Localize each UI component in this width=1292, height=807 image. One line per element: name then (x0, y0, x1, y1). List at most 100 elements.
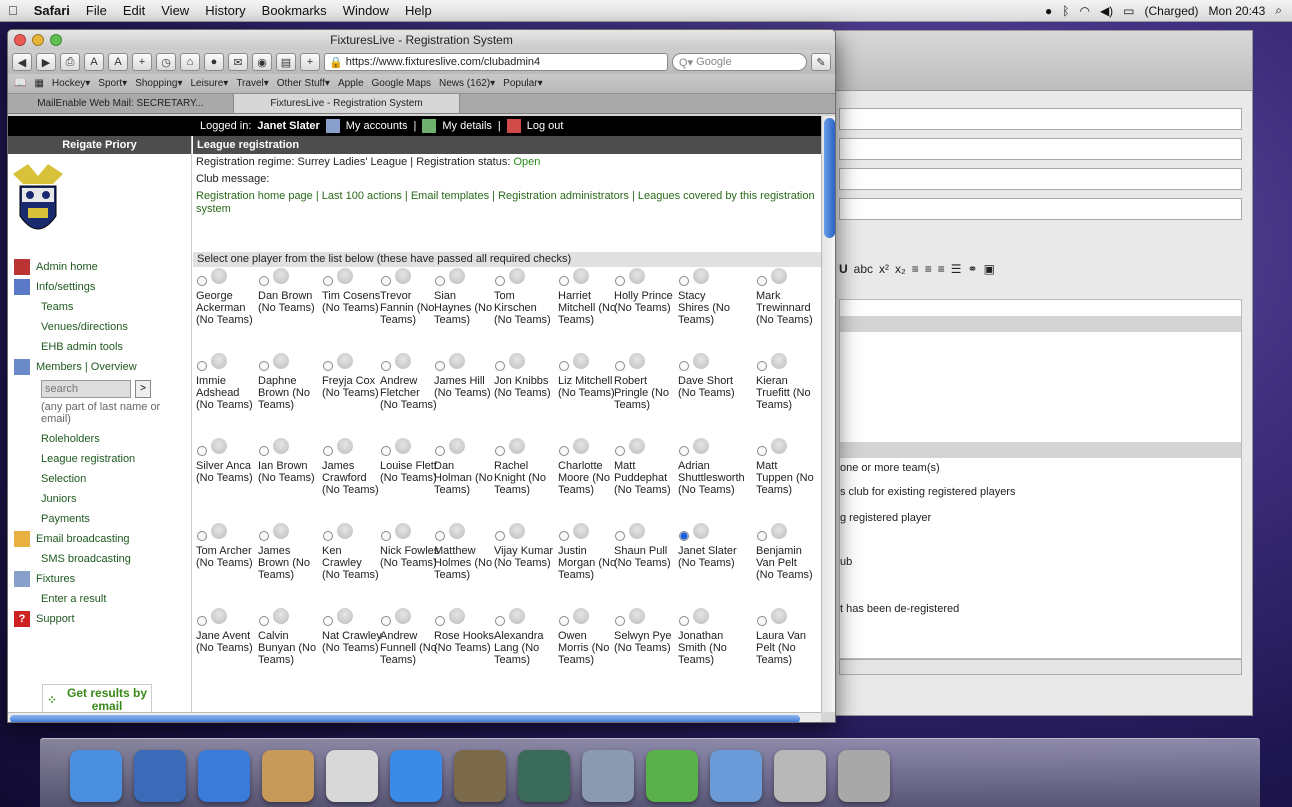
player-option[interactable]: Adrian Shuttlesworth (No Teams) (675, 438, 745, 523)
underline-icon[interactable]: U (839, 262, 848, 276)
spotlight-icon[interactable]: ⌕ (1275, 3, 1282, 18)
volume-icon[interactable]: ◀) (1100, 4, 1113, 18)
player-radio[interactable] (259, 361, 269, 371)
minimize-button[interactable] (32, 34, 44, 46)
nav-selection[interactable]: Selection (8, 469, 191, 489)
wifi-icon[interactable]: ◠ (1079, 4, 1089, 18)
player-option[interactable]: Justin Morgan (No Teams) (555, 523, 617, 608)
player-option[interactable]: Jane Avent (No Teams) (193, 608, 255, 693)
player-radio[interactable] (615, 446, 625, 456)
home-icon[interactable]: ⌂ (180, 53, 200, 71)
add-bookmark-icon[interactable]: + (132, 53, 152, 71)
bookmark-item[interactable]: News (162)▾ (439, 78, 495, 89)
background-horizontal-scrollbar[interactable] (839, 659, 1242, 675)
player-option[interactable]: Louise Flett (No Teams) (377, 438, 439, 523)
nav-enter-result[interactable]: Enter a result (8, 589, 191, 609)
address-bar[interactable]: 🔒 https://www.fixtureslive.com/clubadmin… (324, 53, 668, 71)
align-center-icon[interactable]: ≡ (925, 262, 932, 276)
player-option[interactable]: Matt Tuppen (No Teams) (753, 438, 815, 523)
bookmark-item[interactable]: Shopping▾ (135, 78, 182, 89)
player-option[interactable]: Charlotte Moore (No Teams) (555, 438, 617, 523)
background-field[interactable] (839, 198, 1242, 220)
tab-fixtureslive[interactable]: FixturesLive - Registration System (234, 94, 460, 113)
nav-members[interactable]: Members | Overview (8, 357, 191, 377)
zoom-button[interactable] (50, 34, 62, 46)
player-option[interactable]: Immie Adshead (No Teams) (193, 353, 255, 438)
new-tab-icon[interactable]: + (300, 53, 320, 71)
player-option[interactable]: Owen Morris (No Teams) (555, 608, 617, 693)
documents-icon[interactable] (774, 750, 826, 802)
battery-status[interactable]: (Charged) (1145, 4, 1199, 18)
log-out-link[interactable]: Log out (527, 120, 564, 132)
evernote-status-icon[interactable]: ● (1045, 4, 1052, 18)
player-radio[interactable] (259, 276, 269, 286)
player-option[interactable]: Sian Haynes (No Teams) (431, 268, 493, 353)
player-radio[interactable] (615, 276, 625, 286)
background-field[interactable] (839, 168, 1242, 190)
background-option[interactable]: t has been de-registered (840, 603, 959, 615)
player-radio[interactable] (323, 616, 333, 626)
nav-email-broadcasting[interactable]: Email broadcasting (8, 529, 191, 549)
player-option[interactable]: Vijay Kumar (No Teams) (491, 523, 553, 608)
menu-bookmarks[interactable]: Bookmarks (254, 3, 335, 18)
background-field[interactable] (839, 108, 1242, 130)
player-radio[interactable] (495, 531, 505, 541)
player-radio[interactable] (495, 276, 505, 286)
menu-file[interactable]: File (78, 3, 115, 18)
addressbook-icon[interactable] (262, 750, 314, 802)
player-radio[interactable] (381, 531, 391, 541)
player-option[interactable]: Tom Archer (No Teams) (193, 523, 255, 608)
nav-juniors[interactable]: Juniors (8, 489, 191, 509)
menu-app-safari[interactable]: Safari (26, 3, 78, 18)
player-option[interactable]: Kieran Truefitt (No Teams) (753, 353, 815, 438)
player-radio[interactable] (757, 446, 767, 456)
menu-window[interactable]: Window (335, 3, 397, 18)
bookmark-item[interactable]: Google Maps (372, 78, 431, 89)
player-radio[interactable] (381, 616, 391, 626)
image-icon[interactable]: ▣ (984, 262, 995, 276)
player-radio[interactable] (495, 446, 505, 456)
bookmark-item[interactable]: Popular▾ (503, 78, 543, 89)
nav-teams[interactable]: Teams (8, 297, 191, 317)
text-bigger-icon[interactable]: A (108, 53, 128, 71)
text-smaller-icon[interactable]: A (84, 53, 104, 71)
player-radio[interactable] (679, 616, 689, 626)
player-option[interactable]: Harriet Mitchell (No Teams) (555, 268, 617, 353)
align-left-icon[interactable]: ≡ (912, 262, 919, 276)
player-option[interactable]: Rachel Knight (No Teams) (491, 438, 553, 523)
bookmark-item[interactable]: Apple (338, 78, 364, 89)
results-by-email-promo[interactable]: ⁘ Get results by email (42, 684, 152, 712)
player-option[interactable]: Nat Crawley (No Teams) (319, 608, 382, 693)
vertical-scrollbar[interactable] (821, 116, 835, 712)
player-radio[interactable] (259, 531, 269, 541)
bluetooth-icon[interactable]: ᛒ (1062, 4, 1069, 18)
player-radio[interactable] (615, 361, 625, 371)
print-icon[interactable]: ⎙ (60, 53, 80, 71)
player-option[interactable]: Dan Holman (No Teams) (431, 438, 493, 523)
nav-support[interactable]: ? Support (8, 609, 191, 629)
player-radio[interactable] (259, 616, 269, 626)
player-radio[interactable] (679, 276, 689, 286)
history-icon[interactable]: ◷ (156, 53, 176, 71)
player-radio[interactable] (559, 276, 569, 286)
nav-admin-home[interactable]: Admin home (8, 257, 191, 277)
printer-icon[interactable] (582, 750, 634, 802)
player-radio[interactable] (197, 446, 207, 456)
mail-page-icon[interactable]: ✉ (228, 53, 248, 71)
player-radio[interactable] (495, 616, 505, 626)
background-option[interactable]: ub (840, 556, 852, 568)
player-radio[interactable] (435, 446, 445, 456)
player-option[interactable]: Benjamin Van Pelt (No Teams) (753, 523, 815, 608)
player-radio[interactable] (757, 361, 767, 371)
player-radio[interactable] (259, 446, 269, 456)
my-accounts-link[interactable]: My accounts (346, 120, 408, 132)
player-radio[interactable] (197, 531, 207, 541)
link-icon[interactable]: ⚭ (968, 262, 978, 276)
player-radio[interactable] (559, 531, 569, 541)
player-option[interactable]: James Crawford (No Teams) (319, 438, 381, 523)
player-option[interactable]: Rose Hooks (No Teams) (431, 608, 494, 693)
player-radio[interactable] (381, 446, 391, 456)
scroll-thumb[interactable] (824, 118, 835, 238)
close-button[interactable] (14, 34, 26, 46)
back-icon[interactable]: ◀ (12, 53, 32, 71)
